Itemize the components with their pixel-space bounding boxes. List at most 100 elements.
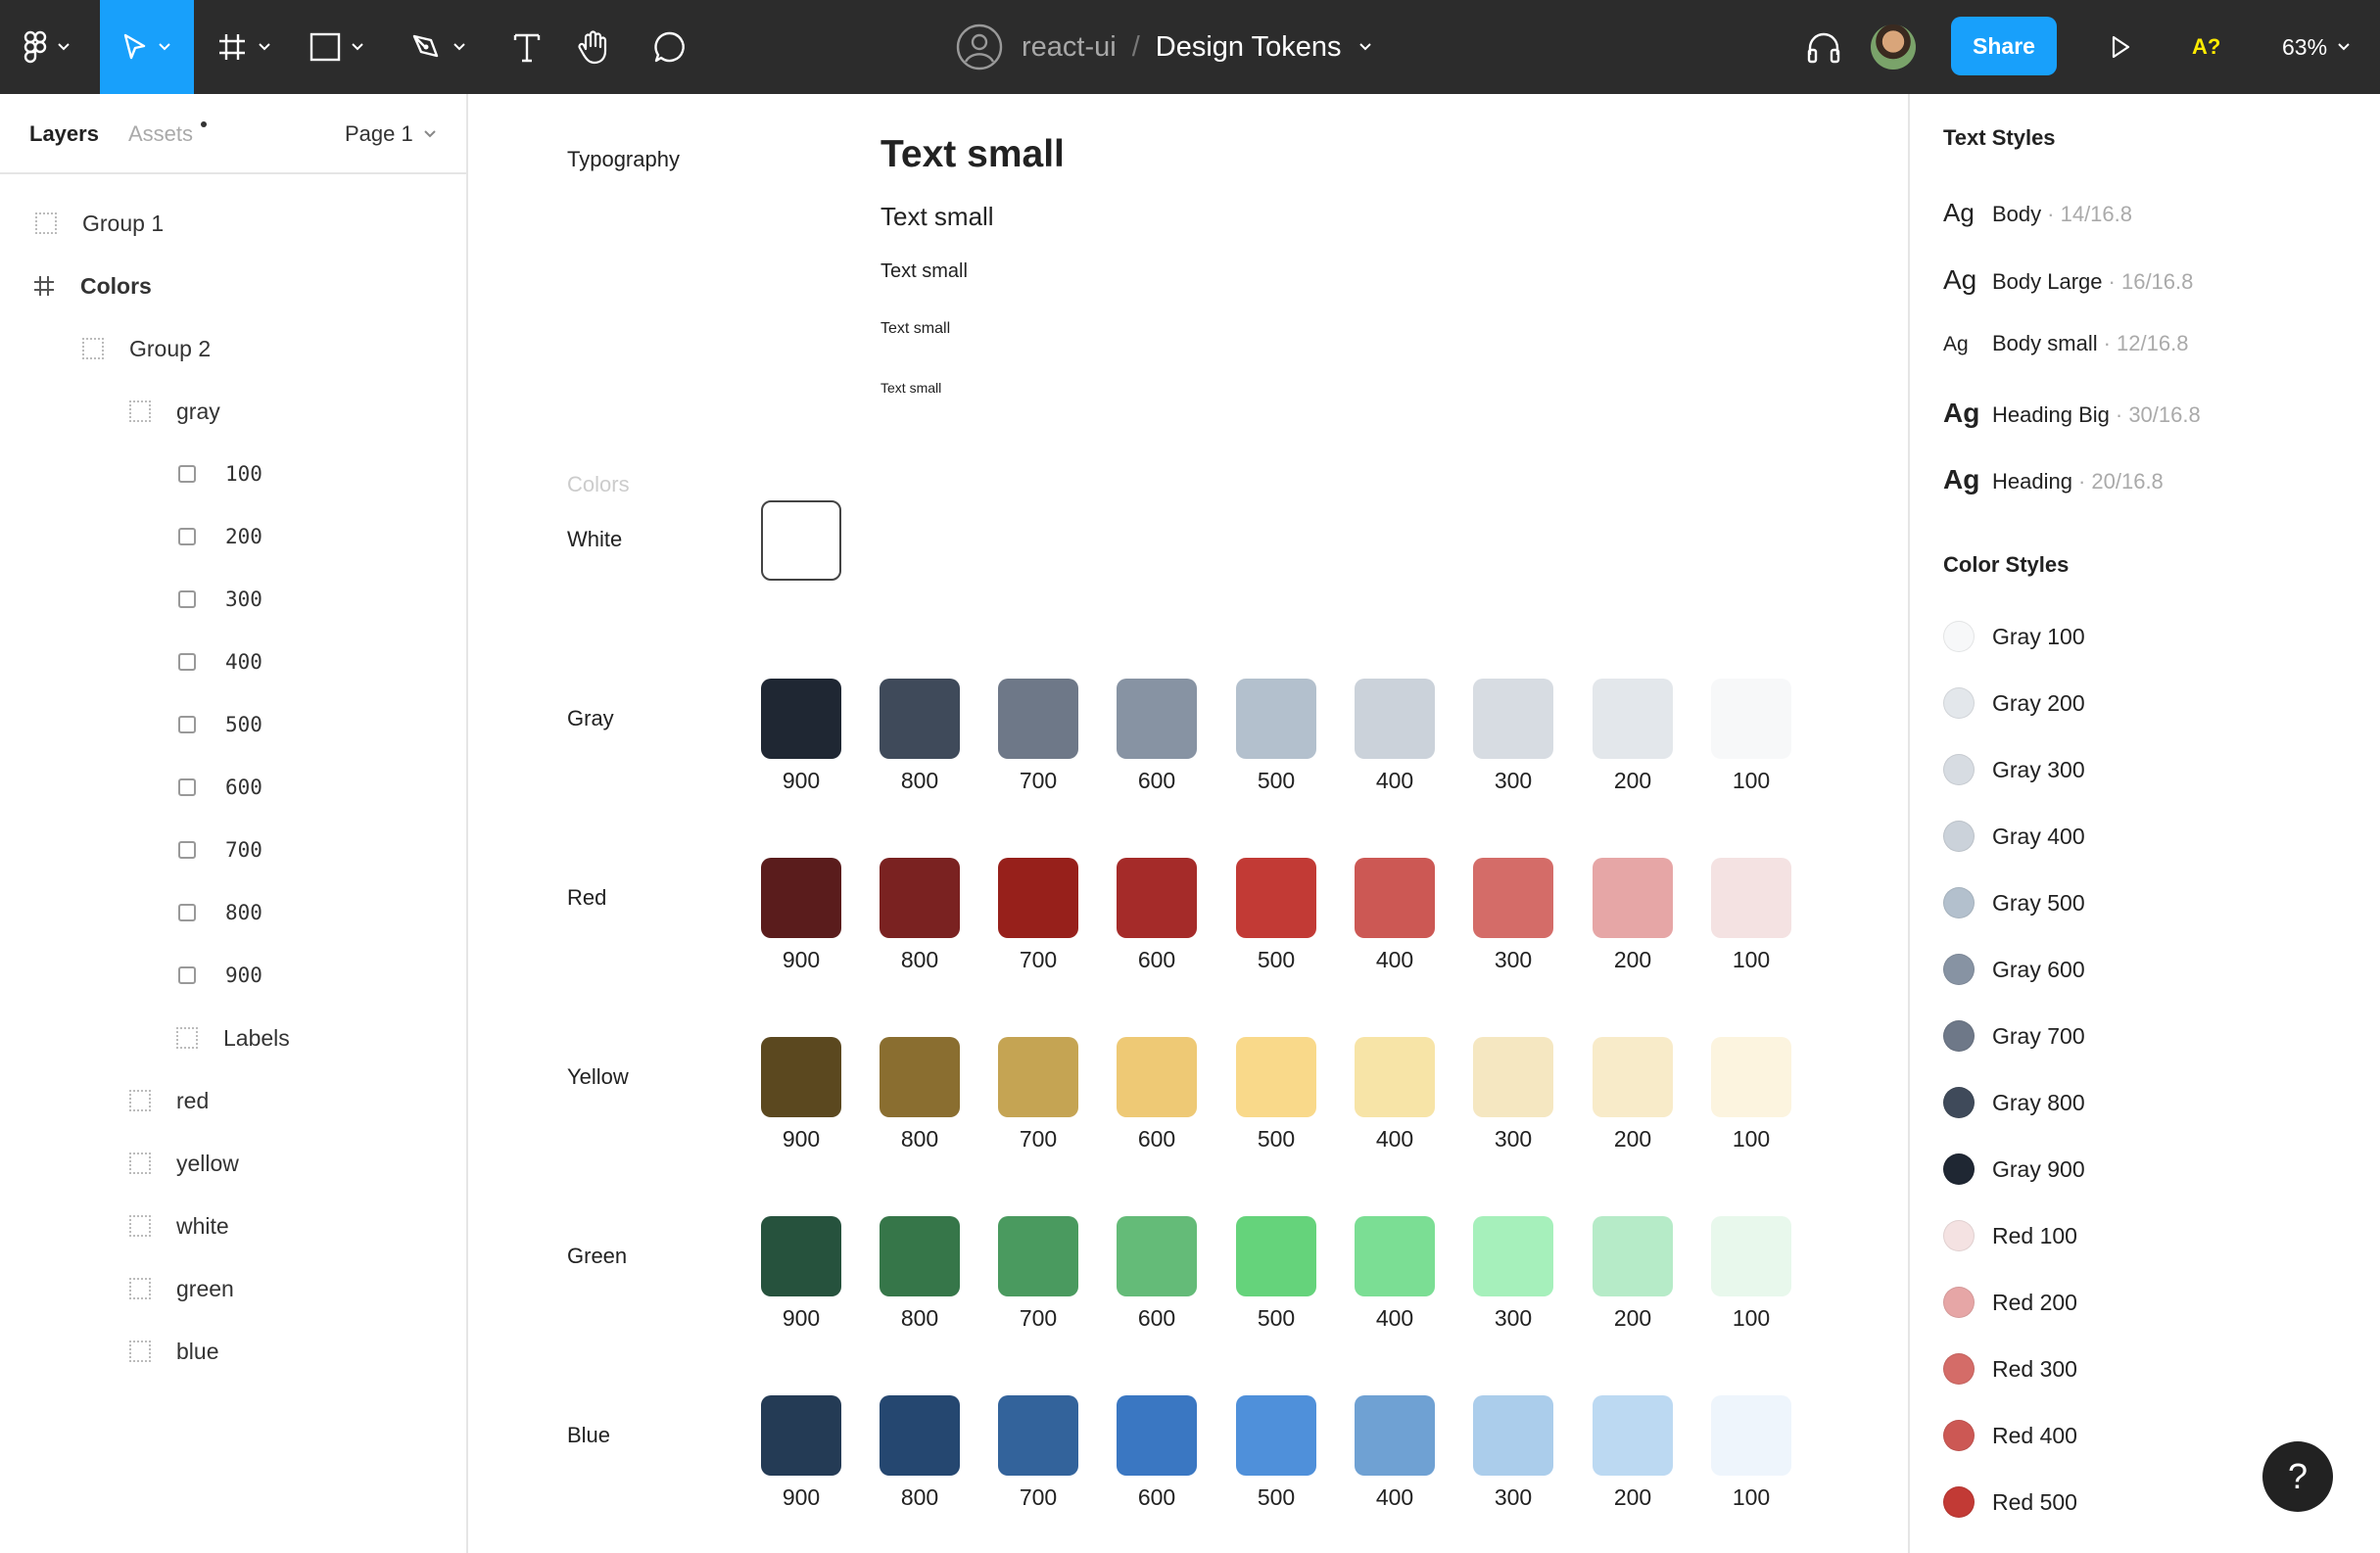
color-swatch[interactable] — [1473, 1216, 1553, 1296]
swatch-shade-label[interactable]: 200 — [1593, 947, 1673, 973]
layer-white[interactable]: white — [129, 1206, 229, 1246]
color-swatch[interactable] — [1236, 679, 1316, 759]
swatch-shade-label[interactable]: 800 — [880, 1484, 960, 1511]
layer-green[interactable]: green — [129, 1269, 234, 1308]
color-style-item[interactable]: Gray 700 — [1943, 1020, 2085, 1052]
swatch-shade-label[interactable]: 800 — [880, 1305, 960, 1332]
swatch-shade-label[interactable]: 200 — [1593, 1484, 1673, 1511]
layer-colors-frame[interactable]: Colors — [33, 266, 152, 306]
color-swatch[interactable] — [1236, 1216, 1316, 1296]
color-style-item[interactable]: Gray 300 — [1943, 754, 2085, 785]
color-style-item[interactable]: Red 300 — [1943, 1353, 2077, 1385]
color-style-item[interactable]: Gray 200 — [1943, 687, 2085, 719]
layer-labels[interactable]: Labels — [176, 1018, 290, 1058]
color-swatch[interactable] — [1355, 1216, 1435, 1296]
color-swatch[interactable] — [1117, 858, 1197, 938]
swatch-shade-label[interactable]: 100 — [1711, 1484, 1791, 1511]
layer-gray-600[interactable]: 600 — [178, 768, 262, 807]
color-swatch[interactable] — [1236, 1395, 1316, 1476]
swatch-shade-label[interactable]: 400 — [1355, 1305, 1435, 1332]
swatch-shade-label[interactable]: 400 — [1355, 947, 1435, 973]
color-swatch[interactable] — [998, 1037, 1078, 1117]
color-swatch[interactable] — [1711, 858, 1791, 938]
layer-gray-200[interactable]: 200 — [178, 517, 262, 556]
color-swatch[interactable] — [1711, 1395, 1791, 1476]
color-style-item[interactable]: Gray 500 — [1943, 887, 2085, 918]
swatch-shade-label[interactable]: 200 — [1593, 1305, 1673, 1332]
color-swatch[interactable] — [880, 858, 960, 938]
layer-gray-500[interactable]: 500 — [178, 705, 262, 744]
color-swatch[interactable] — [1593, 1216, 1673, 1296]
color-style-item[interactable]: Gray 400 — [1943, 821, 2085, 852]
color-swatch[interactable] — [880, 1216, 960, 1296]
swatch-shade-label[interactable]: 900 — [761, 1305, 841, 1332]
swatch-white[interactable] — [761, 500, 841, 581]
present-button[interactable] — [2096, 0, 2145, 94]
hand-tool-button[interactable] — [562, 0, 625, 94]
swatch-shade-label[interactable]: 800 — [880, 1126, 960, 1153]
color-swatch[interactable] — [1355, 858, 1435, 938]
color-swatch[interactable] — [1117, 1037, 1197, 1117]
share-button[interactable]: Share — [1951, 17, 2057, 75]
project-name[interactable]: react-ui — [1022, 31, 1117, 64]
color-swatch[interactable] — [1711, 679, 1791, 759]
color-swatch[interactable] — [880, 1037, 960, 1117]
layer-gray-700[interactable]: 700 — [178, 830, 262, 870]
swatch-shade-label[interactable]: 500 — [1236, 1305, 1316, 1332]
swatch-shade-label[interactable]: 400 — [1355, 768, 1435, 794]
swatch-shade-label[interactable]: 600 — [1117, 1126, 1197, 1153]
swatch-shade-label[interactable]: 200 — [1593, 768, 1673, 794]
color-style-item[interactable]: Gray 100 — [1943, 621, 2085, 652]
color-swatch[interactable] — [1593, 679, 1673, 759]
text-style-item[interactable]: Ag Heading Big · 30/16.8 — [1943, 398, 2201, 429]
swatch-shade-label[interactable]: 200 — [1593, 1126, 1673, 1153]
color-swatch[interactable] — [1593, 858, 1673, 938]
text-style-item[interactable]: Ag Heading · 20/16.8 — [1943, 464, 2164, 495]
help-button[interactable]: ? — [2262, 1441, 2333, 1512]
swatch-shade-label[interactable]: 900 — [761, 947, 841, 973]
colors-section-label[interactable]: Colors — [567, 472, 630, 497]
file-title-area[interactable]: react-ui / Design Tokens — [955, 0, 1372, 94]
frame-tool-button[interactable] — [208, 0, 280, 94]
color-swatch[interactable] — [1236, 1037, 1316, 1117]
swatch-shade-label[interactable]: 300 — [1473, 1305, 1553, 1332]
swatch-shade-label[interactable]: 500 — [1236, 1484, 1316, 1511]
color-swatch[interactable] — [880, 679, 960, 759]
layer-gray-300[interactable]: 300 — [178, 580, 262, 619]
swatch-shade-label[interactable]: 300 — [1473, 947, 1553, 973]
palette-row-label[interactable]: Red — [567, 885, 606, 911]
color-swatch[interactable] — [1117, 1216, 1197, 1296]
pen-tool-button[interactable] — [400, 0, 478, 94]
color-swatch[interactable] — [761, 1037, 841, 1117]
color-swatch[interactable] — [1355, 679, 1435, 759]
layer-gray-800[interactable]: 800 — [178, 893, 262, 932]
comment-tool-button[interactable] — [639, 0, 701, 94]
layer-gray-400[interactable]: 400 — [178, 642, 262, 682]
color-swatch[interactable] — [1473, 679, 1553, 759]
swatch-shade-label[interactable]: 100 — [1711, 947, 1791, 973]
file-name[interactable]: Design Tokens — [1156, 31, 1342, 64]
color-swatch[interactable] — [998, 679, 1078, 759]
color-style-item[interactable]: Red 400 — [1943, 1420, 2077, 1451]
text-style-item[interactable]: Ag Body Large · 16/16.8 — [1943, 264, 2193, 296]
swatch-shade-label[interactable]: 900 — [761, 768, 841, 794]
tab-assets[interactable]: Assets — [128, 121, 193, 147]
type-sample-heading-big[interactable]: Text small — [881, 133, 1065, 176]
swatch-shade-label[interactable]: 100 — [1711, 1126, 1791, 1153]
swatch-shade-label[interactable]: 100 — [1711, 768, 1791, 794]
swatch-shade-label[interactable]: 300 — [1473, 1126, 1553, 1153]
color-swatch[interactable] — [880, 1395, 960, 1476]
layer-group-2[interactable]: Group 2 — [82, 329, 211, 368]
color-swatch[interactable] — [761, 679, 841, 759]
color-style-item[interactable]: Red 200 — [1943, 1287, 2077, 1318]
swatch-shade-label[interactable]: 300 — [1473, 1484, 1553, 1511]
swatch-shade-label[interactable]: 400 — [1355, 1126, 1435, 1153]
swatch-shade-label[interactable]: 600 — [1117, 947, 1197, 973]
text-style-item[interactable]: Ag Body · 14/16.8 — [1943, 198, 2132, 228]
swatch-shade-label[interactable]: 500 — [1236, 947, 1316, 973]
swatch-shade-label[interactable]: 500 — [1236, 768, 1316, 794]
design-canvas[interactable]: Typography Text small Text small Text sm… — [470, 94, 1908, 1553]
color-swatch[interactable] — [998, 1395, 1078, 1476]
layer-yellow[interactable]: yellow — [129, 1144, 239, 1183]
color-swatch[interactable] — [998, 1216, 1078, 1296]
